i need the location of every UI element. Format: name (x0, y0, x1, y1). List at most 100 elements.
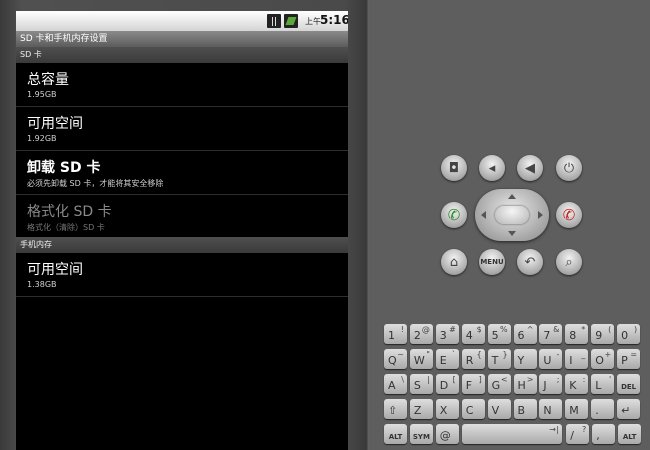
key-2-4[interactable]: R{ (461, 349, 485, 369)
phone-available-space-item[interactable]: 可用空间 1.38GB (16, 253, 348, 297)
dpad-down-icon[interactable] (508, 231, 516, 236)
key-4-8[interactable]: M (565, 399, 589, 419)
volume-up-icon: ◀ (525, 160, 535, 176)
unmount-sd-card-item[interactable]: 卸载 SD 卡 必须先卸载 SD 卡，才能将其安全移除 (16, 151, 348, 195)
key-label: @ (439, 429, 451, 442)
back-button[interactable]: ↶ (517, 249, 543, 275)
key-alt-label: →| (549, 425, 559, 434)
key-2-9[interactable]: O + (591, 349, 615, 369)
key-2-1[interactable]: Q ~ (384, 349, 407, 369)
key-alt-label: : (582, 375, 586, 384)
key-1-8[interactable]: 8 * (565, 324, 589, 344)
key-5-7[interactable]: ALT (618, 424, 642, 444)
key-alt-label: " (426, 350, 430, 359)
key-alt-label: > (526, 375, 534, 384)
pref-summary: 1.38GB (27, 280, 57, 289)
volume-up-button[interactable]: ◀ (517, 155, 543, 181)
key-alt-label: ; (556, 375, 560, 384)
key-3-2[interactable]: S | (409, 374, 433, 394)
key-alt-label: ? (582, 425, 587, 434)
key-label: ↵ (621, 404, 631, 417)
key-2-10[interactable]: P = (617, 349, 641, 369)
signal-icon (267, 14, 281, 28)
key-2-8[interactable]: I _ (565, 349, 589, 369)
key-4-3[interactable]: X (435, 399, 459, 419)
key-label: B (517, 404, 526, 417)
key-4-7[interactable]: N (539, 399, 563, 419)
key-4-2[interactable]: Z (409, 399, 433, 419)
key-3-1[interactable]: A \ (384, 374, 407, 394)
key-label: Y (517, 354, 525, 367)
home-button[interactable]: ⌂ (441, 249, 467, 275)
key-2-3[interactable]: E ` (435, 349, 459, 369)
key-5-5[interactable]: /? (566, 424, 590, 444)
key-1-7[interactable]: 7 & (539, 324, 563, 344)
key-5-4[interactable]: →| (461, 424, 562, 444)
phone-icon: ✆ (447, 206, 461, 224)
phone-storage-header: 手机内存 (16, 237, 348, 253)
key-label: ALT (622, 433, 637, 441)
key-1-5[interactable]: 5% (487, 324, 511, 344)
dpad-center-button[interactable] (495, 206, 529, 224)
key-5-3[interactable]: @ (435, 424, 459, 444)
end-call-icon: ✆ (562, 206, 576, 224)
key-3-6[interactable]: H > (513, 374, 537, 394)
key-4-6[interactable]: B (513, 399, 537, 419)
end-call-button[interactable]: ✆ (556, 202, 582, 228)
key-label: 3 (439, 329, 447, 342)
menu-button[interactable]: MENU (479, 249, 505, 275)
key-4-4[interactable]: C (461, 399, 485, 419)
dpad-right-icon[interactable] (538, 211, 543, 219)
key-1-4[interactable]: 4 $ (461, 324, 485, 344)
key-1-9[interactable]: 9( (591, 324, 615, 344)
key-1-3[interactable]: 3 # (435, 324, 459, 344)
search-button[interactable]: ⌕ (556, 249, 582, 275)
volume-down-button[interactable]: ◂ (479, 155, 505, 181)
key-1-10[interactable]: 0) (617, 324, 641, 344)
key-5-2[interactable]: SYM (409, 424, 433, 444)
dpad[interactable] (475, 189, 549, 241)
key-alt-label: < (500, 375, 508, 384)
key-label: E (439, 354, 447, 367)
key-5-6[interactable]: , (592, 424, 616, 444)
total-capacity-item[interactable]: 总容量 1.95GB (16, 63, 348, 107)
key-label: 1 (388, 329, 395, 342)
key-3-10[interactable]: DEL (617, 374, 641, 394)
key-5-1[interactable]: ALT (384, 424, 407, 444)
call-button[interactable]: ✆ (441, 202, 467, 228)
key-4-9[interactable]: . (591, 399, 615, 419)
key-3-4[interactable]: F] (461, 374, 485, 394)
pref-title: 可用空间 (27, 262, 83, 278)
key-1-2[interactable]: 2 @ (409, 324, 433, 344)
key-label: 6 (517, 329, 525, 342)
key-label: K (569, 379, 577, 392)
key-1-1[interactable]: 1! (384, 324, 407, 344)
key-2-2[interactable]: W " (409, 349, 433, 369)
home-icon: ⌂ (449, 254, 459, 270)
key-label: 0 (621, 329, 629, 342)
pref-title: 格式化 SD 卡 (27, 204, 112, 220)
dpad-left-icon[interactable] (481, 211, 486, 219)
key-2-7[interactable]: U- (539, 349, 563, 369)
pref-summary: 格式化（清除）SD 卡 (27, 223, 105, 232)
key-2-6[interactable]: Y (513, 349, 537, 369)
power-button[interactable]: ⏻ (556, 155, 582, 181)
key-3-3[interactable]: D[ (435, 374, 459, 394)
key-1-6[interactable]: 6 ^ (513, 324, 537, 344)
camera-button[interactable]: ◘ (441, 155, 467, 181)
key-3-7[interactable]: J; (539, 374, 563, 394)
key-3-5[interactable]: G < (487, 374, 511, 394)
back-icon: ↶ (524, 254, 536, 270)
key-2-5[interactable]: T} (487, 349, 511, 369)
key-4-1[interactable]: ⇧ (384, 399, 407, 419)
key-3-9[interactable]: L ' (591, 374, 615, 394)
dpad-up-icon[interactable] (508, 194, 516, 199)
key-label: 2 (413, 329, 421, 342)
key-4-5[interactable]: V (487, 399, 511, 419)
key-3-8[interactable]: K: (565, 374, 589, 394)
sd-available-space-item[interactable]: 可用空间 1.92GB (16, 107, 348, 151)
key-label: 4 (465, 329, 473, 342)
key-alt-label: ` (451, 350, 456, 359)
key-4-10[interactable]: ↵ (617, 399, 641, 419)
key-alt-label: - (556, 350, 560, 359)
